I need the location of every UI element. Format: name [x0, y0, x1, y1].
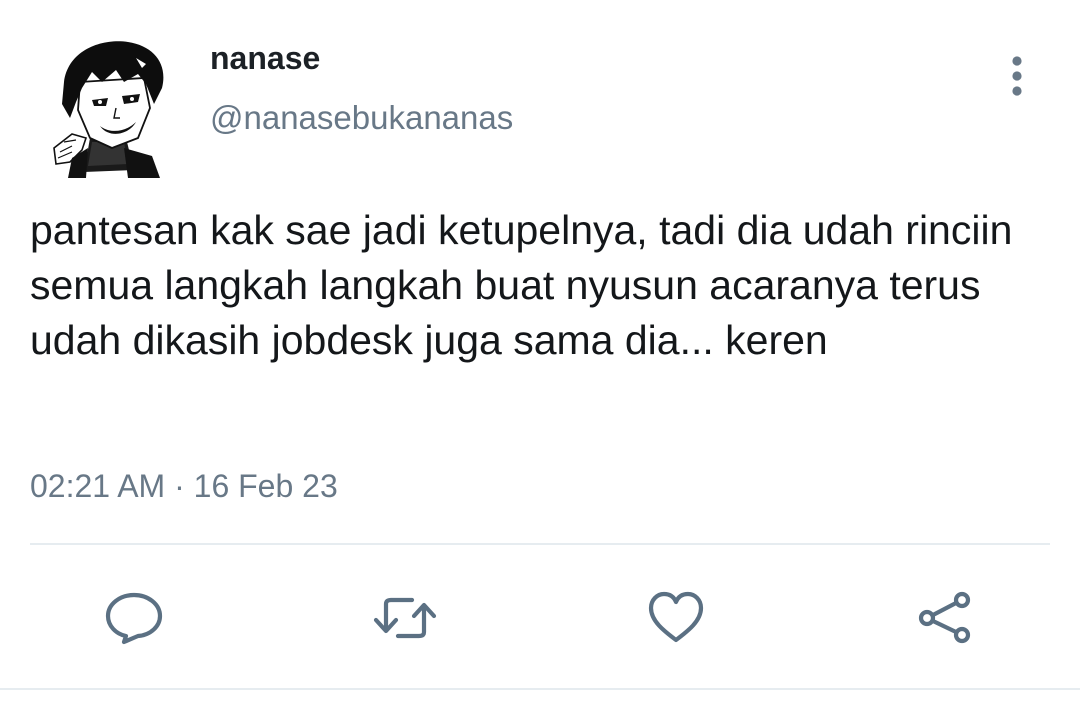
more-options-button[interactable]: [996, 52, 1038, 100]
user-handle[interactable]: @nanasebukananas: [210, 98, 513, 138]
retweet-button[interactable]: [372, 590, 437, 646]
tweet-detail: nanase @nanasebukananas pantesan kak sae…: [0, 0, 1080, 708]
avatar[interactable]: [42, 38, 172, 180]
speech-bubble-icon: [105, 592, 163, 645]
timestamp-separator: ·: [174, 468, 185, 504]
share-icon: [918, 591, 971, 644]
divider: [0, 688, 1080, 690]
reply-button[interactable]: [104, 590, 164, 646]
more-vertical-icon: [1012, 56, 1022, 96]
heart-icon: [648, 591, 704, 643]
divider: [30, 543, 1050, 545]
tweet-date: 16 Feb 23: [193, 468, 338, 504]
tweet-timestamp[interactable]: 02:21 AM · 16 Feb 23: [30, 466, 338, 506]
tweet-text: pantesan kak sae jadi ketupelnya, tadi d…: [30, 207, 1013, 363]
tweet-time: 02:21 AM: [30, 468, 166, 504]
retweet-icon: [373, 597, 437, 639]
share-button[interactable]: [914, 590, 974, 646]
like-button[interactable]: [646, 590, 706, 646]
display-name[interactable]: nanase: [210, 38, 320, 78]
